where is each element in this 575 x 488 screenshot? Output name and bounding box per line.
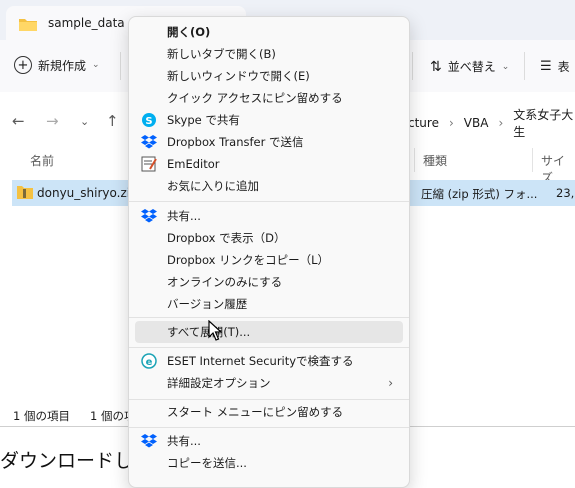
recent-chevron-icon[interactable]: ⌄	[80, 115, 89, 128]
menu-item-share-dropbox[interactable]: 共有...	[135, 430, 403, 452]
dropbox-icon	[141, 208, 157, 224]
file-name[interactable]: donyu_shiryo.zip	[37, 186, 138, 200]
menu-item-label: ESET Internet Securityで検査する	[167, 354, 354, 368]
menu-separator	[129, 347, 409, 348]
column-divider[interactable]	[532, 148, 533, 172]
menu-item-advanced-options[interactable]: 詳細設定オプション ›	[135, 372, 403, 394]
context-menu: 開く(O) 新しいタブで開く(B) 新しいウィンドウで開く(E) クイック アク…	[128, 16, 410, 488]
forward-arrow-icon[interactable]: →	[46, 112, 59, 130]
dropbox-icon	[141, 433, 157, 449]
menu-item-open-new-window[interactable]: 新しいウィンドウで開く(E)	[135, 65, 403, 87]
sort-button-label: 並べ替え	[447, 60, 496, 74]
menu-item-label: EmEditor	[167, 157, 220, 171]
menu-item-dropbox-copy-link[interactable]: Dropbox リンクをコピー（L）	[135, 249, 403, 271]
menu-item-open[interactable]: 開く(O)	[135, 21, 403, 43]
view-button-label: 表	[557, 60, 570, 74]
chevron-down-icon: ⌄	[501, 61, 510, 72]
menu-item-skype-share[interactable]: S Skype で共有	[135, 109, 403, 131]
plus-icon: +	[14, 56, 32, 74]
menu-item-dropbox-transfer[interactable]: Dropbox Transfer で送信	[135, 131, 403, 153]
tab-title: sample_data	[48, 16, 125, 30]
new-button[interactable]: + 新規作成 ⌄	[14, 56, 100, 74]
menu-item-send-copy[interactable]: コピーを送信...	[135, 452, 403, 474]
mouse-cursor-icon	[208, 319, 223, 345]
menu-item-label: 開く(O)	[167, 25, 211, 39]
menu-separator	[129, 201, 409, 202]
sort-icon: ⇅	[430, 58, 442, 75]
menu-item-share[interactable]: 共有...	[135, 205, 403, 227]
menu-item-emeditor[interactable]: EmEditor	[135, 153, 403, 175]
svg-text:e: e	[146, 357, 153, 368]
menu-item-label: バージョン履歴	[167, 297, 248, 311]
breadcrumb-item[interactable]: cture	[408, 116, 439, 130]
menu-item-open-new-tab[interactable]: 新しいタブで開く(B)	[135, 43, 403, 65]
up-arrow-icon[interactable]: ↑	[106, 112, 119, 130]
menu-separator	[129, 317, 409, 318]
menu-item-pin-start[interactable]: スタート メニューにピン留めする	[135, 401, 403, 423]
menu-item-version-history[interactable]: バージョン履歴	[135, 293, 403, 315]
menu-item-label: Dropbox で表示（D）	[167, 231, 286, 245]
breadcrumb-item[interactable]: 文系女子大生	[513, 106, 575, 140]
menu-item-label: コピーを送信...	[167, 456, 247, 470]
menu-item-pin-quick-access[interactable]: クイック アクセスにピン留めする	[135, 87, 403, 109]
menu-item-label: 新しいウィンドウで開く(E)	[167, 69, 310, 83]
menu-item-label: オンラインのみにする	[167, 275, 283, 289]
menu-item-online-only[interactable]: オンラインのみにする	[135, 271, 403, 293]
menu-item-label: 共有...	[167, 209, 201, 223]
toolbar-divider	[120, 52, 121, 80]
eset-icon: e	[141, 353, 157, 369]
folder-icon	[18, 16, 38, 35]
zip-folder-icon	[16, 184, 34, 203]
column-divider[interactable]	[414, 148, 415, 172]
skype-icon: S	[141, 112, 157, 128]
menu-item-label: お気に入りに追加	[167, 179, 259, 193]
toolbar-divider	[412, 52, 413, 80]
address-bar[interactable]: cture › VBA › 文系女子大生	[408, 108, 575, 139]
menu-separator	[129, 399, 409, 400]
menu-item-label: スタート メニューにピン留めする	[167, 405, 344, 419]
breadcrumb-item[interactable]: VBA	[464, 116, 489, 130]
menu-separator	[129, 427, 409, 428]
column-header-type[interactable]: 種類	[423, 152, 447, 169]
menu-item-add-favorites[interactable]: お気に入りに追加	[135, 175, 403, 197]
emeditor-icon	[141, 156, 157, 172]
file-size: 23,0	[556, 186, 575, 200]
menu-item-label: Dropbox Transfer で送信	[167, 135, 304, 149]
menu-item-label: Skype で共有	[167, 113, 240, 127]
column-header-name[interactable]: 名前	[30, 152, 54, 169]
menu-item-label: 新しいタブで開く(B)	[167, 47, 276, 61]
chevron-right-icon: ›	[388, 376, 393, 390]
file-type: 圧縮 (zip 形式) フォ...	[421, 187, 538, 201]
view-button[interactable]: ☰ 表	[540, 58, 570, 75]
list-view-icon: ☰	[540, 59, 552, 74]
toolbar-divider	[524, 52, 525, 80]
new-button-label: 新規作成	[38, 58, 87, 73]
chevron-down-icon: ⌄	[92, 60, 100, 70]
status-item-count: 1 個の項目	[13, 409, 70, 423]
chevron-right-icon: ›	[498, 116, 504, 130]
menu-item-eset-scan[interactable]: e ESET Internet Securityで検査する	[135, 350, 403, 372]
menu-item-dropbox-show[interactable]: Dropbox で表示（D）	[135, 227, 403, 249]
menu-item-label: クイック アクセスにピン留めする	[167, 91, 343, 105]
menu-item-label: Dropbox リンクをコピー（L）	[167, 253, 330, 267]
sort-button[interactable]: ⇅ 並べ替え ⌄	[430, 58, 509, 75]
back-arrow-icon[interactable]: ←	[12, 112, 25, 130]
menu-item-extract-all[interactable]: すべて展開(T)...	[135, 321, 403, 343]
menu-item-label: 共有...	[167, 434, 201, 448]
svg-text:S: S	[145, 116, 152, 127]
menu-item-label: 詳細設定オプション	[167, 376, 271, 390]
chevron-right-icon: ›	[448, 116, 454, 130]
dropbox-icon	[141, 134, 157, 150]
background-heading: ダウンロードし	[0, 450, 134, 472]
